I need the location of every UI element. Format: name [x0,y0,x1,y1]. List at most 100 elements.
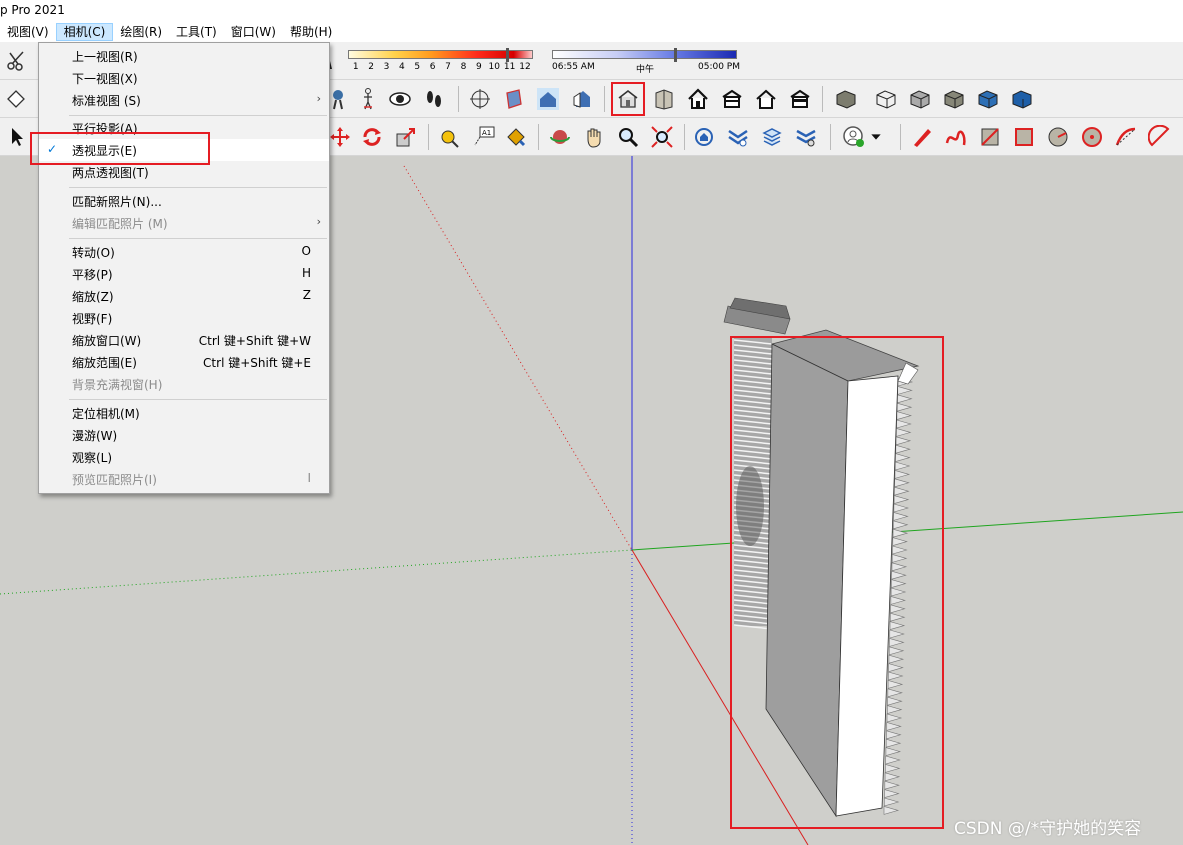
month-slider-thumb[interactable] [506,48,509,62]
menu-item-orbit[interactable]: 转动(O) O [39,241,329,263]
monochrome-icon[interactable] [1008,85,1036,113]
separator [822,86,823,112]
zoom-icon[interactable] [614,123,642,151]
shortcut: H [301,266,311,280]
serration-tooth [885,764,901,773]
serration-tooth [893,512,909,521]
extension-manager-icon[interactable] [792,123,820,151]
separator [428,124,429,150]
extension-warehouse-icon[interactable] [724,123,752,151]
scale-icon[interactable] [392,123,420,151]
menu-item-field-of-view[interactable]: 视野(F) [39,307,329,329]
serration-tooth [884,772,901,782]
serration-tooth [894,470,911,479]
paint-bucket-icon[interactable] [502,123,530,151]
serration-tooth [886,705,903,714]
iso-view-icon[interactable] [466,85,494,113]
zoom-extents-icon[interactable] [648,123,676,151]
chevron-down-icon[interactable] [868,123,884,151]
menu-item-standard-views[interactable]: 标准视图 (S) › [39,89,329,111]
serration-tooth [884,789,900,798]
move-icon[interactable] [326,123,354,151]
shortcut: Ctrl 键+Shift 键+E [203,356,311,370]
menu-separator [69,187,327,188]
menu-item-zoom-window[interactable]: 缩放窗口(W) Ctrl 键+Shift 键+W [39,329,329,351]
serration-tooth [889,621,906,630]
serration-tooth [891,579,907,588]
user-account-icon[interactable] [840,123,868,151]
front-view-icon[interactable] [534,85,562,113]
menu-item-walk[interactable]: 漫游(W) [39,424,329,446]
right-view-icon[interactable] [568,85,596,113]
menu-camera[interactable]: 相机(C) [55,23,114,41]
label: 漫游(W) [72,429,118,443]
menu-item-next-view[interactable]: 下一视图(X) [39,67,329,89]
box-view-icon[interactable] [650,85,678,113]
serration-tooth [883,806,900,815]
serration-tooth [887,680,904,689]
time-start: 06:55 AM [552,62,595,72]
house-side-icon[interactable] [786,85,814,113]
menu-item-previous-view[interactable]: 上一视图(R) [39,45,329,67]
hidden-line-icon[interactable] [906,85,934,113]
perspective-house-icon[interactable] [611,82,645,116]
time-slider-thumb[interactable] [674,48,677,62]
text-label-icon[interactable]: A1 [470,123,498,151]
menu-item-zoom[interactable]: 缩放(Z) Z [39,285,329,307]
menu-item-match-new-photo[interactable]: 匹配新照片(N)... [39,190,329,212]
month-slider[interactable]: 1 2 3 4 5 6 7 8 9 10 11 12 [348,46,538,76]
pie-icon[interactable] [1146,123,1174,151]
warehouse-icon[interactable] [690,123,718,151]
pan-hand-icon[interactable] [580,123,608,151]
xray-icon[interactable] [832,85,860,113]
pencil-icon[interactable] [908,123,936,151]
house-front-icon[interactable] [684,85,712,113]
tick: 9 [475,62,482,72]
separator [458,86,459,112]
serration-tooth [888,663,904,672]
wireframe-icon[interactable] [872,85,900,113]
menu-item-pan[interactable]: 平移(P) H [39,263,329,285]
menu-item-position-camera[interactable]: 定位相机(M) [39,402,329,424]
serration-tooth [891,570,907,580]
textured-icon[interactable] [974,85,1002,113]
serration-tooth [892,545,908,555]
eraser-icon[interactable] [2,85,30,113]
menu-item-preview-matched-photo: 预览匹配照片(I) I [39,468,329,490]
top-view-icon[interactable] [500,85,528,113]
arc-icon[interactable] [1112,123,1140,151]
orbit-icon[interactable] [546,123,574,151]
footprints-icon[interactable] [420,85,448,113]
menu-item-zoom-extents[interactable]: 缩放范围(E) Ctrl 键+Shift 键+E [39,351,329,373]
scissors-icon[interactable] [2,47,30,75]
freehand-icon[interactable] [942,123,970,151]
look-around-icon[interactable] [386,85,414,113]
tick: 11 [503,62,516,72]
serration-tooth [886,722,902,731]
circle-icon[interactable] [1044,123,1072,151]
menu-help[interactable]: 帮助(H) [283,23,339,41]
serration-tooth [896,419,912,429]
shaded-icon[interactable] [940,85,968,113]
tick: 10 [488,62,500,72]
menu-item-look-around[interactable]: 观察(L) [39,446,329,468]
select-arrow-icon[interactable] [2,123,30,151]
share-model-icon[interactable] [758,123,786,151]
walk-icon[interactable] [354,85,382,113]
tick: 8 [460,62,467,72]
menu-view[interactable]: 视图(V) [0,23,56,41]
serration-tooth [889,629,905,639]
house-outline-icon[interactable] [752,85,780,113]
polygon-icon[interactable] [1078,123,1106,151]
separator [900,124,901,150]
watermark: CSDN @/*守护她的笑容 [954,819,1142,839]
tape-measure-icon[interactable] [436,123,464,151]
rotated-rectangle-icon[interactable] [1010,123,1038,151]
rectangle-icon[interactable] [976,123,1004,151]
menu-draw[interactable]: 绘图(R) [113,23,169,41]
house-top-icon[interactable] [718,85,746,113]
rotate-icon[interactable] [358,123,386,151]
menu-tools[interactable]: 工具(T) [169,23,224,41]
time-slider[interactable]: 06:55 AM 中午 05:00 PM [552,46,742,76]
menu-window[interactable]: 窗口(W) [224,23,283,41]
